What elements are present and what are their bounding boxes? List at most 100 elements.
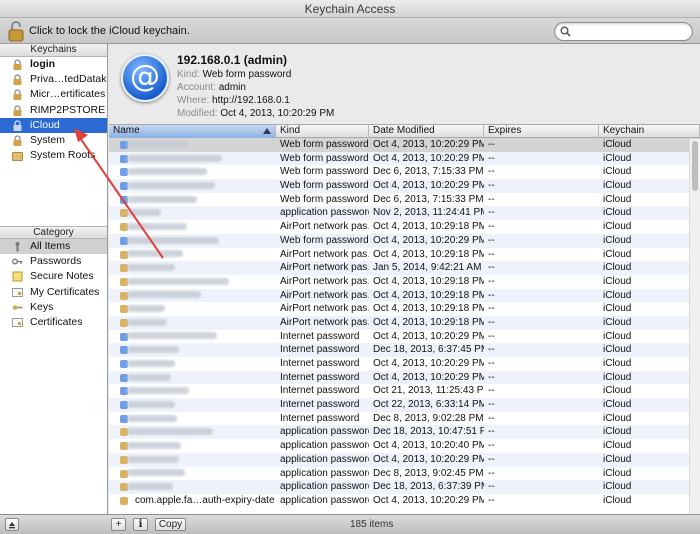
get-info-button[interactable]: i <box>133 518 148 531</box>
table-row[interactable]: com.apple.fa…auth-expiry-date application… <box>109 493 700 508</box>
add-button[interactable]: + <box>111 518 126 531</box>
cell-kind: AirPort network pas… <box>280 248 369 260</box>
show-status-button[interactable] <box>5 518 19 531</box>
detail-where-value: http://192.168.0.1 <box>212 95 290 106</box>
sidebar-item-certificates[interactable]: Certificates <box>0 315 107 330</box>
sidebar-item-label: All Items <box>30 240 71 252</box>
sidebar-item-keys[interactable]: Keys <box>0 300 107 315</box>
keychains-header: Keychains <box>0 44 107 57</box>
sidebar-item-all-items[interactable]: All Items <box>0 239 107 255</box>
column-header-label: Date Modified <box>373 125 435 136</box>
sidebar-item-microsoft-certificates[interactable]: Micr…ertificates <box>0 87 107 102</box>
cell-name <box>109 193 276 207</box>
cell-keychain: iCloud <box>603 193 632 205</box>
cell-date: Oct 4, 2013, 10:20:40 PM <box>373 440 484 452</box>
redacted-name <box>127 264 175 272</box>
table-row[interactable]: Web form password Dec 6, 2013, 7:15:33 PM… <box>109 165 700 180</box>
cell-expires: -- <box>488 193 495 205</box>
table-row[interactable]: AirPort network pas… Oct 4, 2013, 10:29:1… <box>109 302 700 316</box>
cell-expires: -- <box>488 453 495 465</box>
table-row[interactable]: AirPort network pas… Oct 4, 2013, 10:29:1… <box>109 288 700 303</box>
cell-kind: AirPort network pas… <box>280 221 369 233</box>
sidebar-item-my-certificates[interactable]: My Certificates <box>0 285 107 300</box>
cell-expires: -- <box>488 275 495 287</box>
table-row[interactable]: application password Dec 8, 2013, 9:02:45… <box>109 466 700 481</box>
table-row[interactable]: application password Dec 18, 2013, 6:37:3… <box>109 480 700 494</box>
sidebar: Keychains login Priva…tedDatak Micr…erti… <box>0 44 108 514</box>
table-row[interactable]: Internet password Oct 4, 2013, 10:20:29 P… <box>109 357 700 371</box>
detail-account-row: Account: admin <box>177 82 246 93</box>
cell-expires: -- <box>488 440 495 452</box>
cell-keychain: iCloud <box>603 385 632 397</box>
table-row[interactable]: application password Nov 2, 2013, 11:24:4… <box>109 206 700 221</box>
table-vertical-scrollbar[interactable] <box>689 139 700 514</box>
table-row[interactable]: Internet password Oct 22, 2013, 6:33:14 P… <box>109 398 700 412</box>
cell-name <box>109 206 276 220</box>
table-row[interactable]: Web form password Oct 4, 2013, 10:20:29 P… <box>109 179 700 193</box>
cell-date: Dec 6, 2013, 7:15:33 PM <box>373 166 484 178</box>
column-header-name[interactable]: Name <box>109 125 276 138</box>
item-detail-panel: @ 192.168.0.1 (admin) Kind: Web form pas… <box>109 44 700 125</box>
column-header-date-modified[interactable]: Date Modified <box>369 125 484 138</box>
cell-expires: -- <box>488 221 495 233</box>
table-row[interactable]: Web form password Oct 4, 2013, 10:20:29 P… <box>109 151 700 166</box>
search-field[interactable] <box>554 22 693 41</box>
cell-date: Dec 18, 2013, 6:37:45 PM <box>373 344 484 356</box>
table-row[interactable]: Internet password Oct 4, 2013, 10:20:29 P… <box>109 370 700 385</box>
table-row[interactable]: AirPort network pas… Oct 4, 2013, 10:29:1… <box>109 247 700 262</box>
cell-expires: -- <box>488 289 495 301</box>
cell-kind: Web form password <box>280 234 369 246</box>
cell-date: Jan 5, 2014, 9:42:21 AM <box>373 262 482 274</box>
table-row[interactable]: AirPort network pas… Jan 5, 2014, 9:42:21… <box>109 261 700 275</box>
table-row[interactable]: AirPort network pas… Oct 4, 2013, 10:29:1… <box>109 220 700 234</box>
table-row[interactable]: Internet password Dec 18, 2013, 6:37:45 P… <box>109 343 700 357</box>
detail-where-label: Where: <box>177 95 210 106</box>
table-row[interactable]: Internet password Oct 4, 2013, 10:20:29 P… <box>109 329 700 344</box>
cell-keychain: iCloud <box>603 494 632 506</box>
table-row[interactable]: Web form password Oct 4, 2013, 10:20:29 P… <box>109 233 700 248</box>
search-input[interactable] <box>573 25 685 39</box>
cell-name <box>109 467 276 481</box>
table-row[interactable]: AirPort network pas… Oct 4, 2013, 10:29:1… <box>109 315 700 330</box>
table-row[interactable]: AirPort network pas… Oct 4, 2013, 10:29:1… <box>109 274 700 289</box>
table-row[interactable]: Internet password Oct 21, 2013, 11:25:43 … <box>109 384 700 399</box>
table-row[interactable]: Web form password Oct 4, 2013, 10:20:29 P… <box>109 138 700 152</box>
cell-name <box>109 412 276 426</box>
sidebar-item-system-roots[interactable]: System Roots <box>0 148 107 163</box>
detail-kind-row: Kind: Web form password <box>177 69 291 80</box>
sidebar-item-secure-notes[interactable]: Secure Notes <box>0 269 107 284</box>
cell-keychain: iCloud <box>603 234 632 246</box>
cell-date: Oct 4, 2013, 10:29:18 PM <box>373 275 484 287</box>
sidebar-item-rimp2pstore[interactable]: RIMP2PSTORE <box>0 103 107 118</box>
table-row[interactable]: application password Dec 18, 2013, 10:47:… <box>109 425 700 440</box>
lock-status-text: Click to lock the iCloud keychain. <box>29 25 190 37</box>
table-row[interactable]: application password Oct 4, 2013, 10:20:2… <box>109 452 700 467</box>
unlocked-padlock-icon[interactable] <box>8 20 24 42</box>
cell-keychain: iCloud <box>603 221 632 233</box>
sort-ascending-icon <box>263 128 271 134</box>
sidebar-item-system[interactable]: System <box>0 133 107 148</box>
sidebar-item-private-data[interactable]: Priva…tedDatak <box>0 72 107 87</box>
table-row[interactable]: Web form password Dec 6, 2013, 7:15:33 PM… <box>109 192 700 207</box>
cell-name <box>109 234 276 248</box>
column-header-kind[interactable]: Kind <box>276 125 369 138</box>
redacted-name <box>127 195 197 203</box>
column-header-keychain[interactable]: Keychain <box>599 125 700 138</box>
key-icon <box>120 496 128 505</box>
scrollbar-thumb[interactable] <box>692 141 698 191</box>
redacted-name <box>127 441 181 449</box>
table-body: Web form password Oct 4, 2013, 10:20:29 P… <box>109 138 700 508</box>
table-row[interactable]: Internet password Dec 8, 2013, 9:02:28 PM… <box>109 411 700 426</box>
cell-date: Oct 4, 2013, 10:20:29 PM <box>373 234 484 246</box>
bottom-bar: + i Copy 185 items <box>0 514 700 534</box>
sidebar-item-icloud[interactable]: iCloud <box>0 117 107 133</box>
lock-icon <box>13 59 22 70</box>
cell-keychain: iCloud <box>603 248 632 260</box>
copy-button[interactable]: Copy <box>155 518 186 531</box>
sidebar-item-login[interactable]: login <box>0 57 107 72</box>
cell-keychain: iCloud <box>603 207 632 219</box>
column-header-expires[interactable]: Expires <box>484 125 599 138</box>
redacted-name <box>127 346 179 354</box>
sidebar-item-passwords[interactable]: Passwords <box>0 254 107 269</box>
table-row[interactable]: application password Oct 4, 2013, 10:20:4… <box>109 439 700 453</box>
